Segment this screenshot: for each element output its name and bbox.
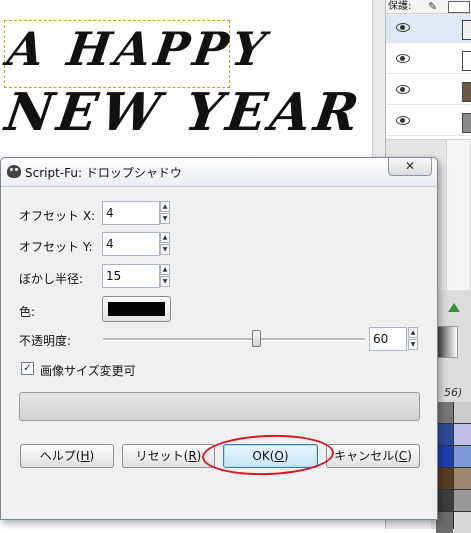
spin-up-icon[interactable]: ▲ bbox=[408, 327, 418, 338]
layer-thumbnail bbox=[462, 20, 471, 40]
resize-checkbox[interactable]: ✓ bbox=[21, 362, 34, 375]
opacity-slider-thumb[interactable] bbox=[252, 330, 261, 347]
layers-list bbox=[386, 15, 471, 140]
checkmark-icon: ✓ bbox=[23, 363, 32, 374]
gimp-icon bbox=[7, 165, 21, 178]
dialog-title: Script-Fu: ドロップシャドウ bbox=[25, 166, 182, 180]
blur-radius-spinner: ▲ ▼ bbox=[160, 264, 170, 288]
eye-icon[interactable] bbox=[396, 85, 410, 94]
blur-radius-label: ぼかし半径: bbox=[19, 272, 84, 286]
opacity-slider-track[interactable] bbox=[103, 338, 365, 341]
pattern-swatch[interactable] bbox=[454, 468, 471, 489]
blur-radius-input[interactable]: 15 bbox=[102, 264, 160, 288]
eye-icon[interactable] bbox=[396, 23, 410, 32]
dock-partial-text: 56) bbox=[444, 386, 463, 399]
dock-scrollbar[interactable] bbox=[446, 140, 469, 290]
offset-y-spinner: ▲ ▼ bbox=[160, 232, 170, 256]
offset-x-label: オフセット X: bbox=[19, 209, 96, 223]
pattern-swatch[interactable] bbox=[454, 402, 471, 423]
opacity-label: 不透明度: bbox=[19, 334, 72, 348]
offset-y-label: オフセット Y: bbox=[19, 240, 93, 254]
artwork-text-line-2: NEW YEAR bbox=[1, 82, 367, 143]
layer-row[interactable] bbox=[386, 77, 471, 105]
layer-row[interactable] bbox=[386, 15, 471, 43]
opacity-input[interactable]: 60 bbox=[369, 327, 407, 351]
layer-thumbnail bbox=[462, 51, 471, 71]
pattern-swatch[interactable] bbox=[436, 490, 453, 511]
pattern-swatch[interactable] bbox=[436, 424, 453, 445]
eye-icon[interactable] bbox=[396, 116, 410, 125]
pattern-swatch[interactable] bbox=[454, 512, 471, 533]
spin-down-icon[interactable]: ▼ bbox=[160, 276, 170, 287]
pattern-swatch[interactable] bbox=[454, 490, 471, 511]
pattern-swatch[interactable] bbox=[436, 402, 453, 423]
pattern-swatch[interactable] bbox=[436, 446, 453, 467]
pattern-swatch[interactable] bbox=[436, 468, 453, 489]
annotation-ring bbox=[201, 432, 335, 478]
layer-thumbnail bbox=[462, 82, 471, 102]
canvas-scrollbar[interactable] bbox=[372, 0, 386, 160]
color-label: 色: bbox=[19, 305, 36, 319]
color-button[interactable] bbox=[102, 296, 171, 322]
layer-row[interactable] bbox=[386, 46, 471, 74]
offset-x-spinner: ▲ ▼ bbox=[160, 201, 170, 225]
pattern-grid[interactable] bbox=[436, 402, 471, 533]
color-swatch bbox=[108, 302, 165, 316]
pattern-swatch[interactable] bbox=[436, 512, 453, 533]
close-button[interactable]: ✕ bbox=[388, 158, 432, 176]
layer-row[interactable] bbox=[386, 108, 471, 136]
spin-up-icon[interactable]: ▲ bbox=[160, 201, 170, 212]
brush-icon[interactable]: ✎ bbox=[428, 0, 442, 14]
green-arrow-icon[interactable] bbox=[448, 303, 460, 312]
help-button[interactable]: ヘルプ(H) bbox=[20, 444, 114, 468]
drop-shadow-dialog: Script-Fu: ドロップシャドウ ✕ オフセット X: 4 ▲ ▼ オフセ… bbox=[0, 157, 438, 520]
pattern-swatch[interactable] bbox=[454, 424, 471, 445]
offset-y-input[interactable]: 4 bbox=[102, 232, 160, 256]
opacity-spinner: ▲ ▼ bbox=[408, 327, 418, 351]
pattern-swatch[interactable] bbox=[454, 446, 471, 467]
artwork-text-line-1: A HAPPY bbox=[4, 22, 273, 76]
layer-thumbnail bbox=[462, 113, 471, 133]
resize-checkbox-label[interactable]: 画像サイズ変更可 bbox=[40, 362, 136, 379]
spin-down-icon[interactable]: ▼ bbox=[408, 339, 418, 350]
spin-up-icon[interactable]: ▲ bbox=[160, 232, 170, 243]
spin-down-icon[interactable]: ▼ bbox=[160, 213, 170, 224]
dialog-titlebar[interactable]: Script-Fu: ドロップシャドウ ✕ bbox=[1, 158, 437, 187]
spin-up-icon[interactable]: ▲ bbox=[160, 264, 170, 275]
lock-swatch[interactable] bbox=[448, 1, 470, 13]
close-icon: ✕ bbox=[404, 159, 416, 173]
eye-icon[interactable] bbox=[396, 54, 410, 63]
spin-down-icon[interactable]: ▼ bbox=[160, 244, 170, 255]
offset-x-input[interactable]: 4 bbox=[102, 201, 160, 225]
progress-bar bbox=[19, 392, 420, 421]
cancel-button[interactable]: キャンセル(C) bbox=[326, 444, 420, 468]
